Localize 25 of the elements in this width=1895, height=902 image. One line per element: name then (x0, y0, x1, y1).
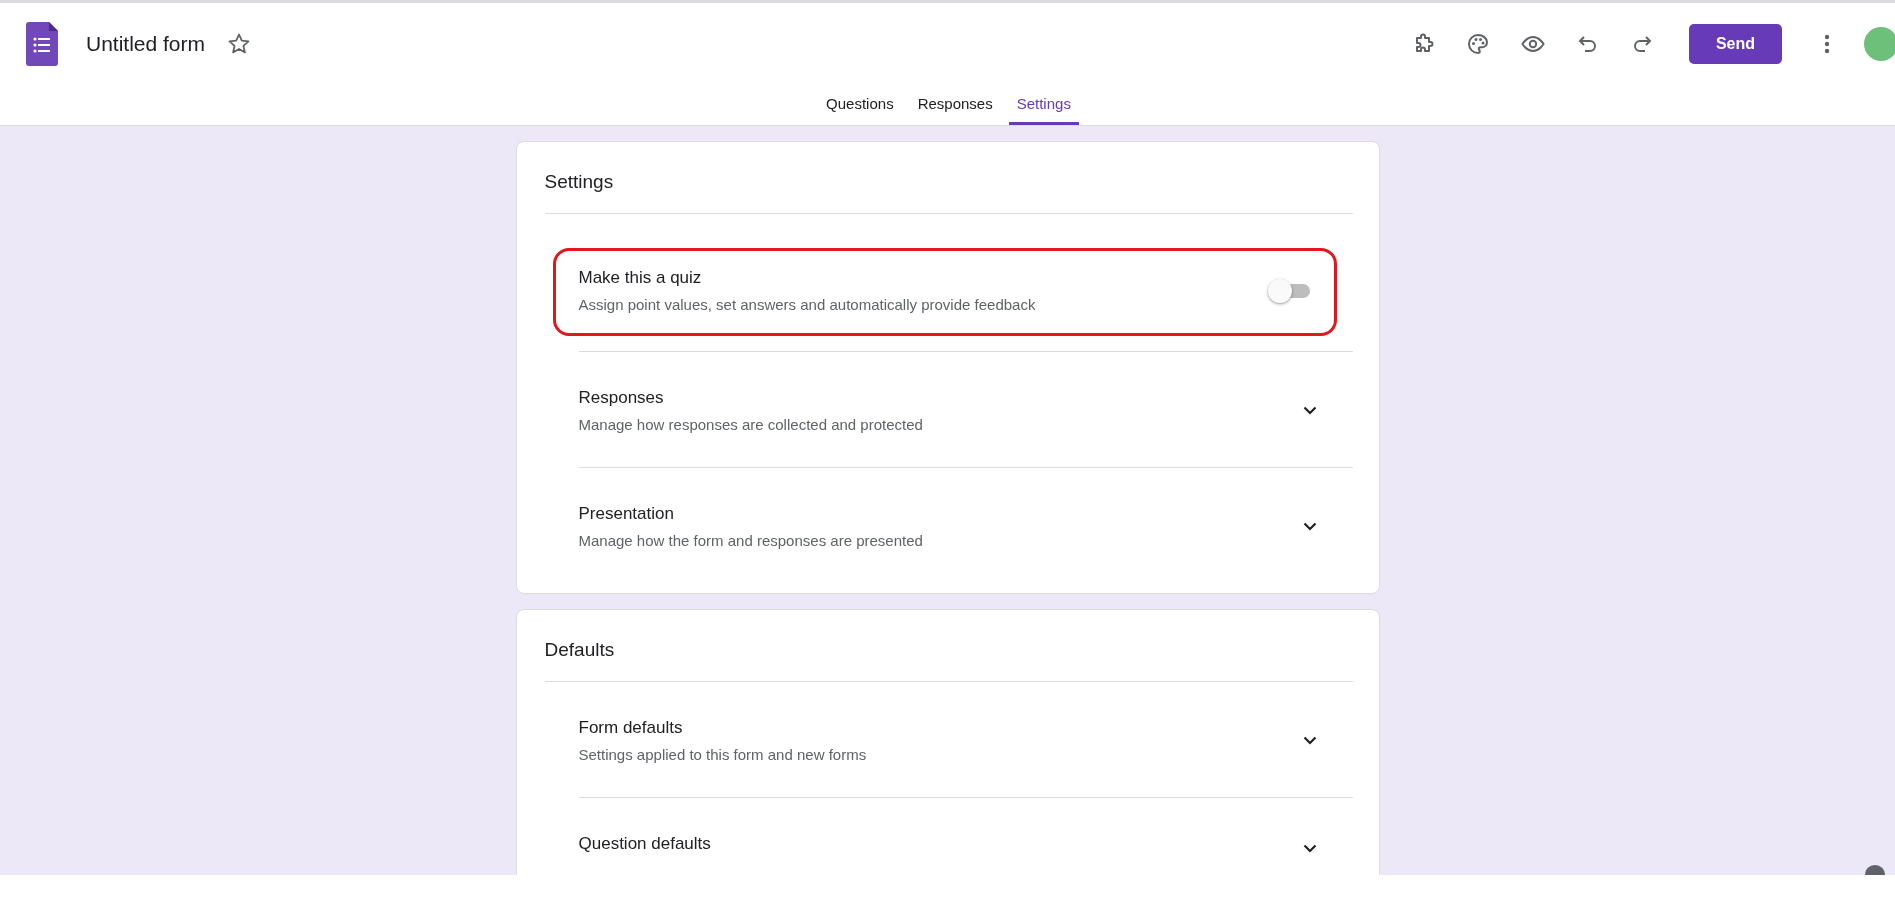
palette-icon[interactable] (1466, 32, 1490, 56)
card-title: Defaults (544, 610, 1353, 682)
setting-description: Assign point values, set answers and automatically provide feedback (578, 296, 1037, 313)
tab[interactable]: Questions (818, 85, 902, 125)
setting-title: Responses (578, 388, 665, 408)
forms-logo-icon[interactable] (26, 22, 58, 66)
tab[interactable]: Responses (909, 85, 1001, 125)
toggle-switch[interactable] (1267, 278, 1310, 303)
tab[interactable]: Settings (1008, 85, 1079, 125)
chevron-icon[interactable] (1302, 522, 1317, 531)
setting-description: Manage how responses are collected and protected (578, 416, 924, 433)
setting-title: Question defaults (578, 834, 712, 854)
chevron-icon[interactable] (1302, 736, 1317, 745)
form-title[interactable]: Untitled form (86, 32, 206, 56)
setting-description: Settings applied to this form and new forms (578, 746, 868, 763)
send-button[interactable]: Send (1689, 24, 1782, 64)
chevron-icon[interactable] (1302, 406, 1317, 415)
star-icon[interactable] (227, 32, 252, 56)
setting-description: Manage how the form and responses are presented (578, 532, 924, 549)
more-options-icon[interactable] (1824, 34, 1830, 54)
chevron-icon[interactable] (1302, 843, 1317, 853)
card-title: Settings (544, 142, 1353, 214)
setting-title: Make this a quiz (578, 268, 703, 288)
setting-title: Form defaults (578, 718, 684, 738)
setting-title: Presentation (578, 504, 675, 524)
